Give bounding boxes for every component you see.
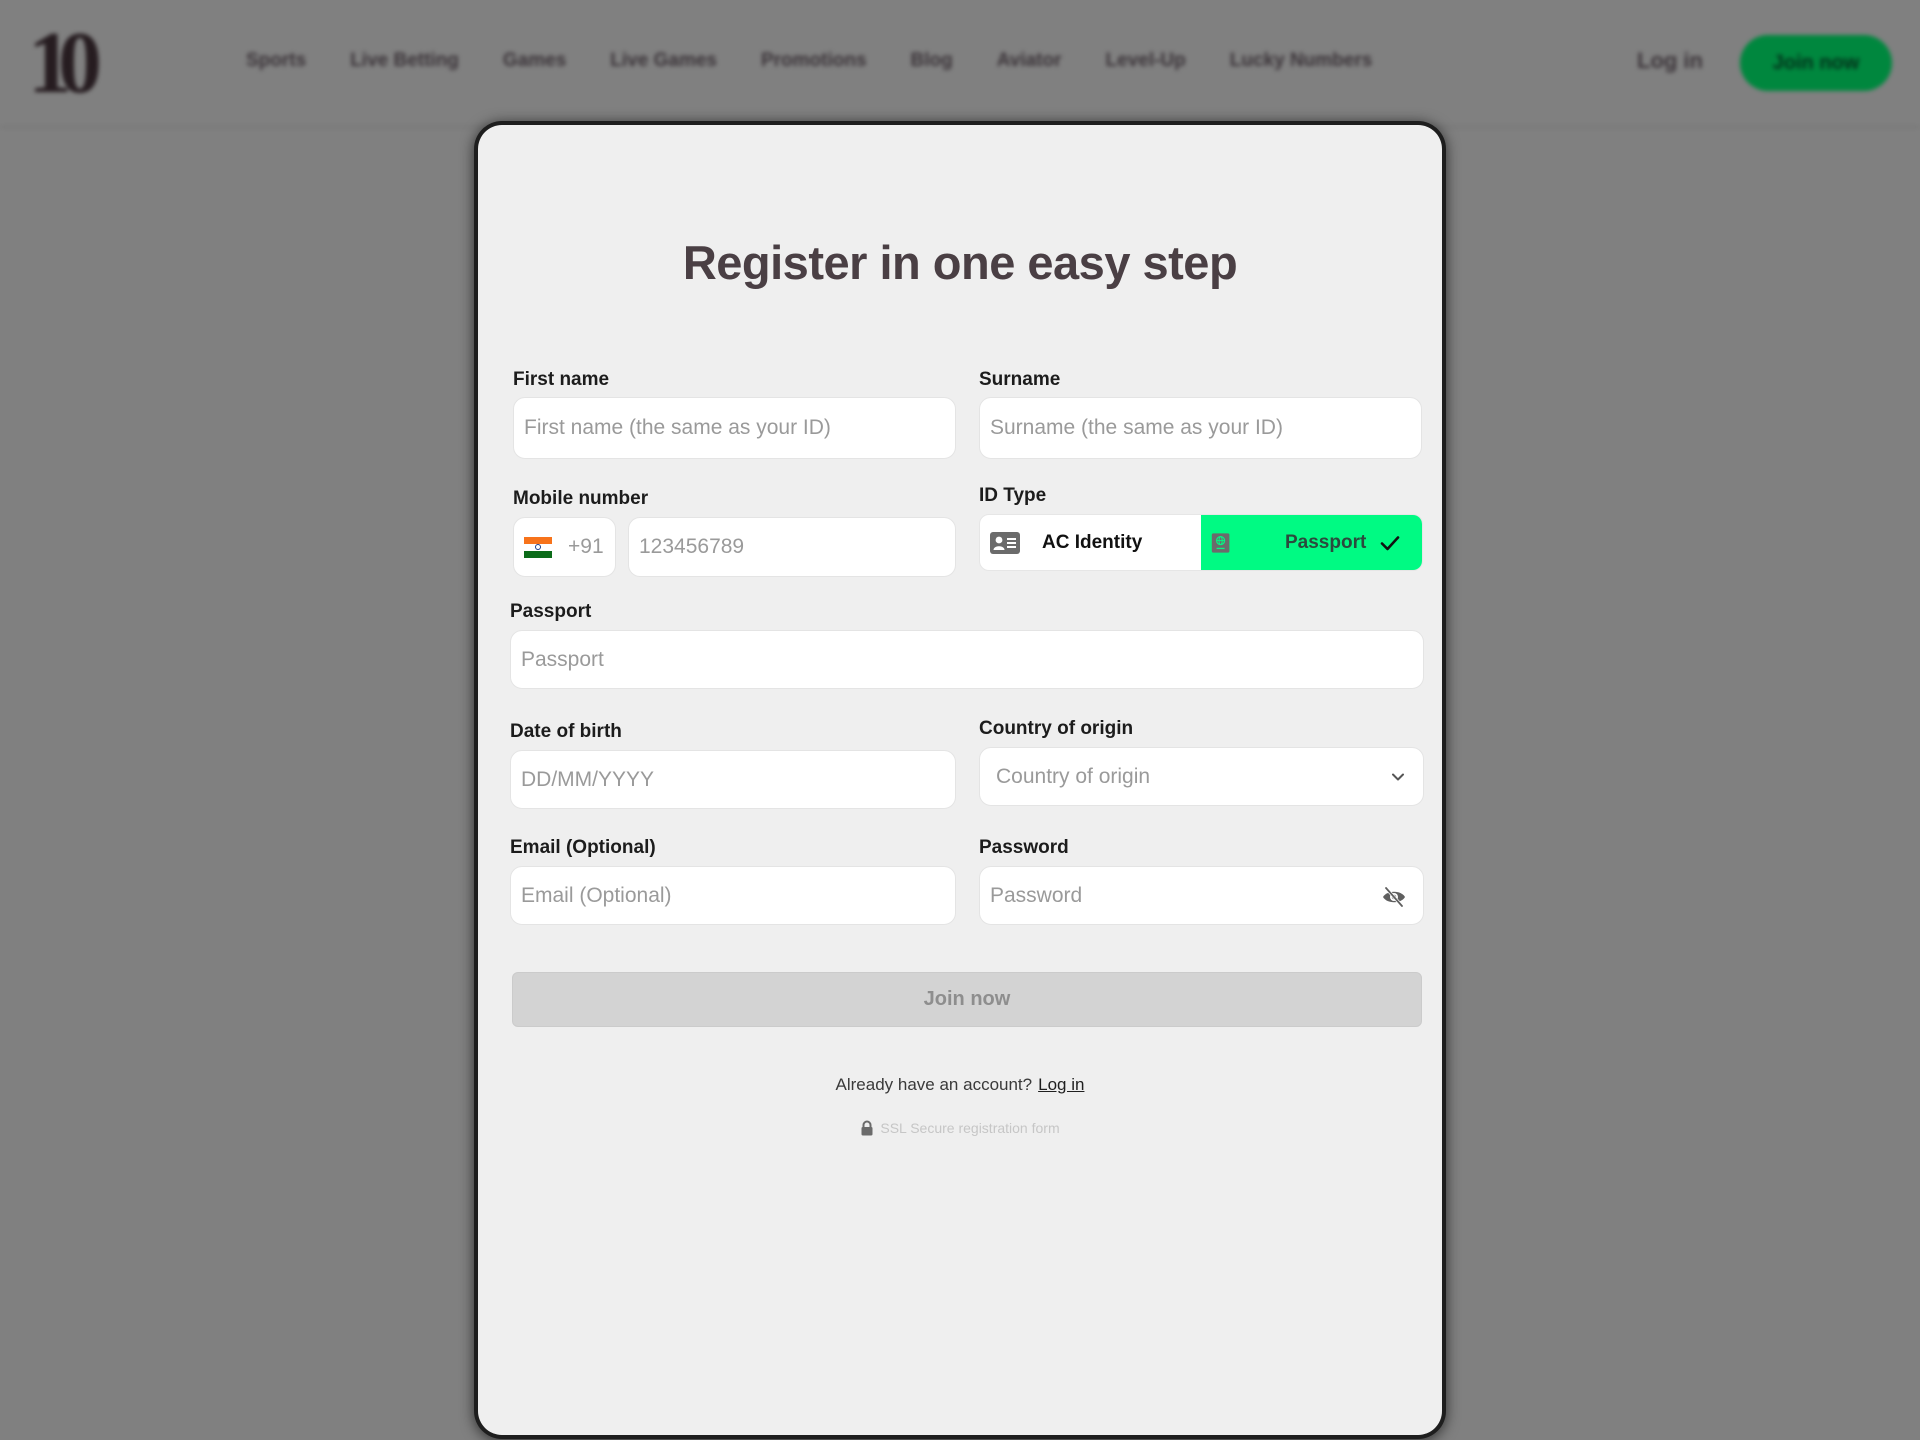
nav-item-sports[interactable]: Sports: [246, 50, 306, 72]
email-input[interactable]: [511, 867, 955, 924]
surname-input[interactable]: [980, 398, 1421, 458]
site-header: 10 Sports Live Betting Games Live Games …: [0, 0, 1920, 128]
ssl-notice: SSL Secure registration form: [478, 1120, 1442, 1136]
checkmark-icon: [1380, 536, 1400, 551]
id-type-label: ID Type: [979, 485, 1047, 506]
country-code-selector[interactable]: +91: [513, 517, 616, 577]
nav-item-games[interactable]: Games: [503, 50, 566, 72]
ssl-text: SSL Secure registration form: [880, 1120, 1060, 1136]
nav-item-lucky-numbers[interactable]: Lucky Numbers: [1230, 50, 1373, 72]
country-label: Country of origin: [979, 718, 1134, 739]
password-label: Password: [979, 837, 1069, 858]
country-select-input[interactable]: [986, 748, 1423, 805]
registration-modal: Register in one easy step First name Sur…: [478, 125, 1442, 1435]
dob-label: Date of birth: [510, 721, 622, 742]
passport-input[interactable]: [511, 631, 1423, 688]
header-join-button[interactable]: Join now: [1740, 35, 1892, 91]
dob-input[interactable]: [511, 751, 955, 808]
nav-item-live-betting[interactable]: Live Betting: [350, 50, 459, 72]
id-type-label-passport: Passport: [1285, 531, 1367, 553]
surname-label: Surname: [979, 369, 1061, 390]
header-login-link[interactable]: Log in: [1637, 48, 1703, 74]
chevron-down-icon: [1392, 773, 1404, 781]
already-have-account-text: Already have an account?: [835, 1075, 1033, 1094]
first-name-input[interactable]: [514, 398, 955, 458]
passport-icon: [1211, 532, 1230, 553]
nav-item-live-games[interactable]: Live Games: [610, 50, 717, 72]
id-card-icon: [990, 531, 1020, 554]
eye-off-icon[interactable]: [1381, 885, 1407, 909]
first-name-field: [513, 397, 956, 459]
id-type-label-ac-identity: AC Identity: [1042, 531, 1143, 553]
surname-field: [979, 397, 1422, 459]
passport-label: Passport: [510, 601, 592, 622]
first-name-label: First name: [513, 369, 610, 390]
password-field: [979, 866, 1424, 925]
india-flag-icon: [524, 536, 552, 558]
modal-title: Register in one easy step: [682, 236, 1238, 289]
id-type-option-ac-identity[interactable]: AC Identity: [980, 515, 1201, 570]
mobile-input[interactable]: [629, 518, 955, 576]
dob-field: [510, 750, 956, 809]
login-link[interactable]: Log in: [1038, 1075, 1084, 1094]
passport-field: [510, 630, 1424, 689]
lock-icon: [861, 1120, 873, 1136]
password-input[interactable]: [980, 867, 1423, 924]
email-field: [510, 866, 956, 925]
main-nav: Sports Live Betting Games Live Games Pro…: [246, 50, 1372, 72]
join-now-button[interactable]: Join now: [512, 972, 1422, 1027]
country-select[interactable]: [979, 747, 1424, 806]
mobile-label: Mobile number: [513, 488, 649, 509]
nav-item-level-up[interactable]: Level-Up: [1106, 50, 1186, 72]
mobile-field: [628, 517, 956, 577]
nav-item-promotions[interactable]: Promotions: [761, 50, 867, 72]
nav-item-blog[interactable]: Blog: [911, 50, 953, 72]
already-have-account: Already have an account? Log in: [478, 1075, 1442, 1095]
country-code: +91: [568, 535, 604, 558]
id-type-toggle: AC Identity Passport: [979, 514, 1423, 571]
nav-item-aviator[interactable]: Aviator: [997, 50, 1062, 72]
site-logo[interactable]: 10: [28, 20, 124, 108]
id-type-option-passport[interactable]: Passport: [1201, 515, 1422, 570]
email-label: Email (Optional): [510, 837, 656, 858]
